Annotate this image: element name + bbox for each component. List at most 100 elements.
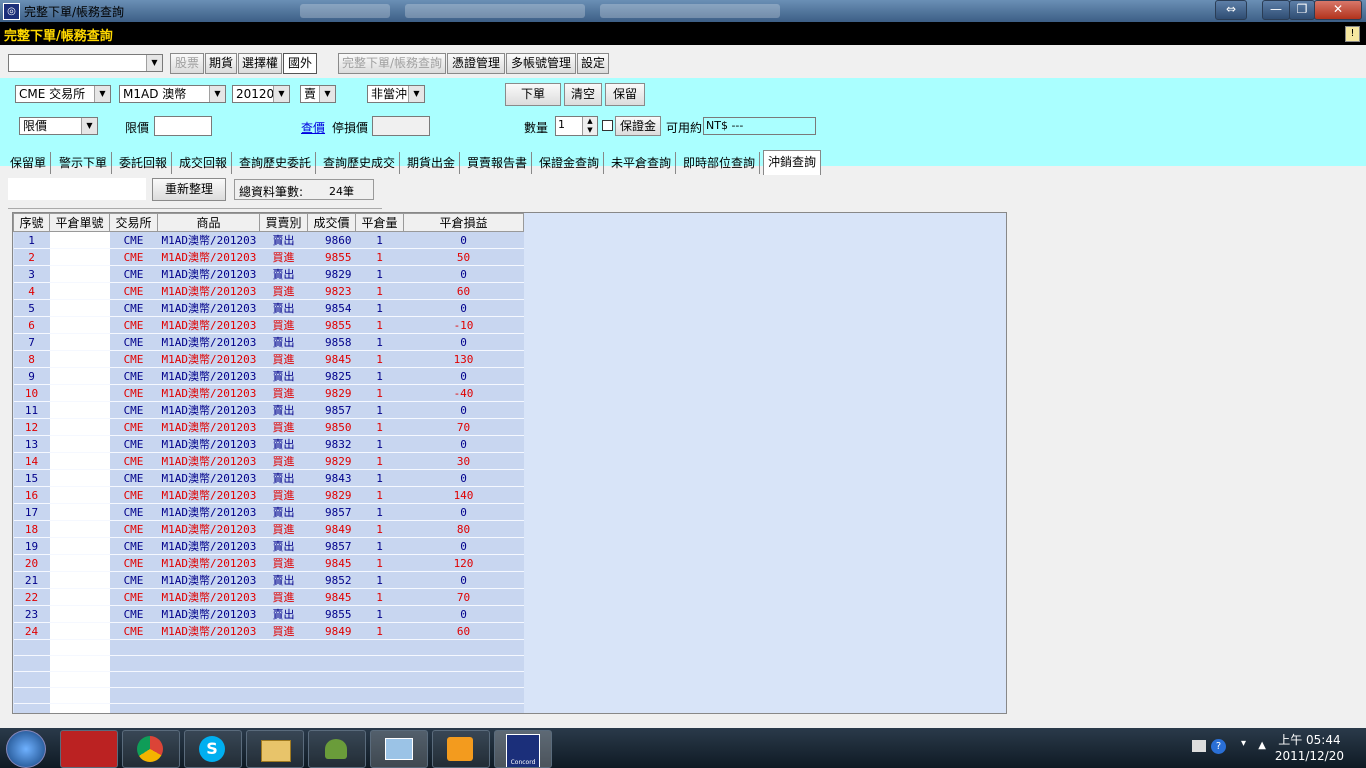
close-button[interactable]: ✕ — [1314, 0, 1362, 20]
table-row[interactable]: 13 CME M1AD澳幣/201203 賣出 9832 1 0 — [13, 435, 524, 453]
daytrade-select[interactable]: 非當沖 ▼ — [367, 85, 425, 103]
table-row[interactable]: 5 CME M1AD澳幣/201203 賣出 9854 1 0 — [13, 299, 524, 317]
margin-button[interactable]: 保證金 — [615, 116, 661, 136]
tab-futures-withdraw[interactable]: 期貨出金 — [403, 152, 461, 174]
table-row[interactable]: 9 CME M1AD澳幣/201203 賣出 9825 1 0 — [13, 367, 524, 385]
taskbar-app-outlook[interactable] — [432, 730, 490, 768]
maximize-button[interactable]: ❐ — [1289, 0, 1315, 20]
start-button[interactable] — [6, 730, 46, 768]
table-row[interactable]: 18 CME M1AD澳幣/201203 買進 9849 1 80 — [13, 520, 524, 538]
clear-button[interactable]: 清空 — [564, 83, 602, 106]
query-price-link[interactable]: 查價 — [301, 119, 325, 136]
taskbar-app-skype[interactable]: S — [184, 730, 242, 768]
exchange-select[interactable]: CME 交易所 ▼ — [15, 85, 111, 103]
offset-results-grid[interactable]: 序號 平倉單號 交易所 商品 買賣別 成交價 平倉量 平倉損益 1 CME M1AD… — [12, 212, 1007, 714]
cert-mgmt-button[interactable]: 憑證管理 — [447, 53, 505, 74]
tab-realtime-positions[interactable]: 即時部位查詢 — [679, 152, 761, 174]
col-header[interactable]: 平倉損益 — [403, 213, 524, 232]
table-cell: -10 — [403, 316, 524, 334]
col-header[interactable]: 交易所 — [109, 213, 158, 232]
submit-order-button[interactable]: 下單 — [505, 83, 561, 106]
options-button[interactable]: 選擇權 — [238, 53, 282, 74]
table-row[interactable]: 11 CME M1AD澳幣/201203 賣出 9857 1 0 — [13, 401, 524, 419]
table-row[interactable]: 20 CME M1AD澳幣/201203 買進 9845 1 120 — [13, 554, 524, 572]
reserve-button[interactable]: 保留 — [605, 83, 645, 106]
month-select[interactable]: 201203 ▼ — [232, 85, 290, 103]
minimize-button[interactable]: — — [1262, 0, 1290, 20]
tab-trade-report[interactable]: 買賣報告書 — [463, 152, 533, 174]
full-order-button[interactable]: 完整下單/帳務查詢 — [338, 53, 446, 74]
tab-history-orders[interactable]: 查詢歷史委託 — [235, 152, 317, 174]
col-header[interactable]: 商品 — [157, 213, 260, 232]
col-header[interactable]: 序號 — [13, 213, 50, 232]
quantity-stepper[interactable]: 1 ▲ ▼ — [555, 116, 598, 136]
table-cell: 9825 — [307, 367, 356, 385]
clock[interactable]: 上午 05:44 2011/12/20 — [1275, 732, 1344, 764]
taskbar-app-chrome[interactable] — [122, 730, 180, 768]
tab-order-report[interactable]: 委託回報 — [115, 152, 173, 174]
refresh-button[interactable]: 重新整理 — [152, 178, 226, 201]
taskbar-app-remote[interactable] — [370, 730, 428, 768]
table-row[interactable]: 2 CME M1AD澳幣/201203 買進 9855 1 50 — [13, 248, 524, 266]
network-icon[interactable]: ▾ — [1241, 738, 1246, 749]
table-cell: 9845 — [307, 588, 356, 606]
table-row[interactable]: 15 CME M1AD澳幣/201203 賣出 9843 1 0 — [13, 469, 524, 487]
table-row[interactable]: 23 CME M1AD澳幣/201203 賣出 9855 1 0 — [13, 605, 524, 623]
table-cell: 賣出 — [259, 265, 308, 283]
account-select[interactable]: ▼ — [8, 54, 163, 72]
settings-button[interactable]: 設定 — [577, 53, 609, 74]
table-row[interactable]: 21 CME M1AD澳幣/201203 賣出 9852 1 0 — [13, 571, 524, 589]
margin-checkbox[interactable] — [602, 120, 613, 131]
tab-open-positions[interactable]: 未平倉查詢 — [607, 152, 677, 174]
table-row[interactable]: 8 CME M1AD澳幣/201203 買進 9845 1 130 — [13, 350, 524, 368]
switch-window-button[interactable]: ⇔ — [1215, 0, 1247, 20]
keyboard-icon[interactable] — [1192, 740, 1206, 752]
table-cell — [49, 588, 110, 606]
table-row[interactable]: 7 CME M1AD澳幣/201203 賣出 9858 1 0 — [13, 333, 524, 351]
col-header[interactable]: 平倉量 — [355, 213, 404, 232]
limit-price-input[interactable] — [154, 116, 212, 136]
stop-price-input[interactable] — [372, 116, 430, 136]
col-header[interactable]: 成交價 — [307, 213, 356, 232]
table-row[interactable]: 17 CME M1AD澳幣/201203 賣出 9857 1 0 — [13, 503, 524, 521]
help-icon[interactable]: ! — [1345, 26, 1360, 42]
taskbar-app-network[interactable] — [308, 730, 366, 768]
side-select[interactable]: 賣 ▼ — [300, 85, 336, 103]
foreign-button[interactable]: 國外 — [283, 53, 317, 74]
window-titlebar[interactable]: ◎ 完整下單/帳務查詢 ⇔ — ❐ ✕ — [0, 0, 1366, 22]
table-row[interactable]: 22 CME M1AD澳幣/201203 買進 9845 1 70 — [13, 588, 524, 606]
taskbar-app-concord[interactable]: Concord — [494, 730, 552, 768]
table-row[interactable]: 14 CME M1AD澳幣/201203 買進 9829 1 30 — [13, 452, 524, 470]
col-header[interactable]: 平倉單號 — [49, 213, 110, 232]
spin-arrows-icon[interactable]: ▲ ▼ — [582, 117, 597, 135]
taskbar-app-explorer[interactable] — [246, 730, 304, 768]
table-cell: 3 — [13, 265, 50, 283]
tab-margin-query[interactable]: 保證金查詢 — [535, 152, 605, 174]
stocks-button[interactable]: 股票 — [170, 53, 204, 74]
multi-account-button[interactable]: 多帳號管理 — [506, 53, 576, 74]
show-hidden-icons[interactable]: ▲ — [1258, 740, 1266, 751]
table-row[interactable]: 19 CME M1AD澳幣/201203 賣出 9857 1 0 — [13, 537, 524, 555]
futures-button[interactable]: 期貨 — [205, 53, 237, 74]
table-row[interactable]: 24 CME M1AD澳幣/201203 買進 9849 1 60 — [13, 622, 524, 640]
col-header[interactable]: 買賣別 — [259, 213, 308, 232]
table-row[interactable]: 1 CME M1AD澳幣/201203 賣出 9860 1 0 — [13, 231, 524, 249]
tab-reserved-orders[interactable]: 保留單 — [6, 152, 52, 174]
quantity-value: 1 — [558, 118, 565, 131]
tab-offset-query[interactable]: 沖銷查詢 — [763, 150, 822, 175]
table-cell — [49, 687, 110, 704]
price-type-select[interactable]: 限價 ▼ — [19, 117, 98, 135]
query-filter-box[interactable] — [8, 178, 146, 200]
tab-history-fills[interactable]: 查詢歷史成交 — [319, 152, 401, 174]
table-row[interactable]: 4 CME M1AD澳幣/201203 買進 9823 1 60 — [13, 282, 524, 300]
table-row[interactable]: 6 CME M1AD澳幣/201203 買進 9855 1 -10 — [13, 316, 524, 334]
taskbar-app-word[interactable] — [60, 730, 118, 768]
tab-fill-report[interactable]: 成交回報 — [175, 152, 233, 174]
table-row[interactable]: 12 CME M1AD澳幣/201203 買進 9850 1 70 — [13, 418, 524, 436]
help-tray-icon[interactable]: ? — [1211, 739, 1226, 754]
tab-alert-order[interactable]: 警示下單 — [55, 152, 113, 174]
table-row[interactable]: 3 CME M1AD澳幣/201203 賣出 9829 1 0 — [13, 265, 524, 283]
table-row[interactable]: 10 CME M1AD澳幣/201203 買進 9829 1 -40 — [13, 384, 524, 402]
table-row[interactable]: 16 CME M1AD澳幣/201203 買進 9829 1 140 — [13, 486, 524, 504]
product-select[interactable]: M1AD 澳幣 ▼ — [119, 85, 226, 103]
